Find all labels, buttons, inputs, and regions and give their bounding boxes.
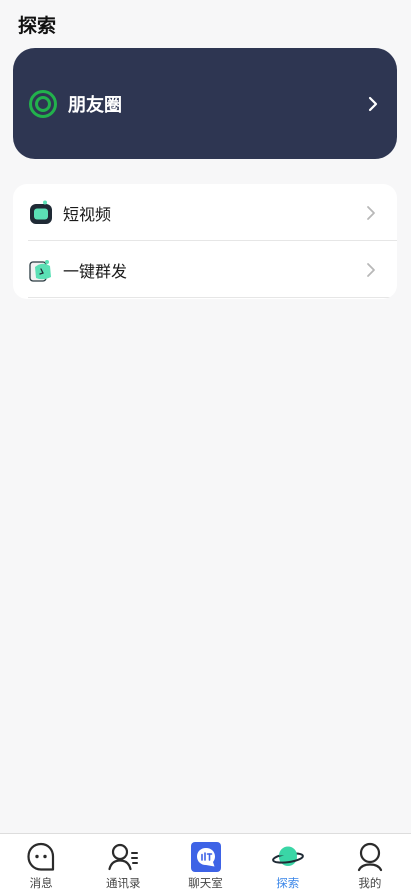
tab-profile[interactable]: 我的 xyxy=(329,834,411,893)
chatroom-icon xyxy=(190,842,221,872)
profile-icon xyxy=(357,842,383,872)
tab-label: 我的 xyxy=(358,876,382,890)
page-title: 探索 xyxy=(18,15,57,37)
tab-explore[interactable]: 探索 xyxy=(247,834,329,893)
tab-label: 探索 xyxy=(276,876,300,890)
broadcast-icon xyxy=(29,259,51,282)
feature-list: 短视频 一键群发 xyxy=(13,184,397,299)
chevron-right-icon xyxy=(367,262,375,277)
message-bubble-icon xyxy=(27,842,55,871)
chevron-right-icon xyxy=(367,205,375,220)
planet-icon xyxy=(271,846,304,866)
short-video-tv-icon xyxy=(30,200,52,224)
tab-label: 聊天室 xyxy=(188,876,223,890)
moments-card[interactable]: 朋友圈 xyxy=(13,48,397,159)
list-item-short-video[interactable]: 短视频 xyxy=(13,184,397,241)
list-item-label: 一键群发 xyxy=(63,261,128,281)
tab-messages[interactable]: 消息 xyxy=(0,834,82,893)
tab-label: 通讯录 xyxy=(106,876,141,890)
chevron-right-icon xyxy=(368,96,378,111)
tab-chatroom[interactable]: 聊天室 xyxy=(164,834,246,893)
bottom-tab-bar: 消息 通讯录 聊天室 探索 我的 xyxy=(0,833,411,893)
tab-contacts[interactable]: 通讯录 xyxy=(82,834,164,893)
list-item-broadcast[interactable]: 一键群发 xyxy=(13,241,397,298)
tab-label: 消息 xyxy=(29,876,53,890)
list-item-label: 短视频 xyxy=(63,204,112,224)
moments-ring-icon xyxy=(29,89,57,118)
moments-label: 朋友圈 xyxy=(68,94,122,116)
divider xyxy=(28,297,397,298)
contacts-icon xyxy=(108,843,139,871)
